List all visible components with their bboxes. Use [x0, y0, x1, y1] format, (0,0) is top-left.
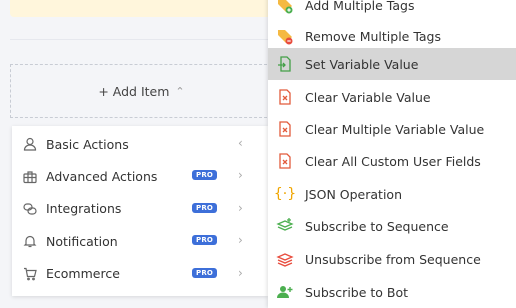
menu-item-label: Advanced Actions: [46, 169, 158, 185]
menu-item-integrations[interactable]: Integrations PRO ›: [12, 193, 268, 225]
clear-variable-icon: [276, 88, 294, 106]
chevron-right-icon: ›: [238, 233, 243, 248]
menu-item-label: Clear Variable Value: [305, 89, 431, 105]
subscribe-sequence-icon: [276, 217, 294, 235]
tag-remove-icon: [276, 27, 294, 45]
menu-item-label: Set Variable Value: [305, 56, 419, 72]
chevron-right-icon: ›: [238, 168, 243, 183]
clear-user-fields-icon: [276, 152, 294, 170]
chevron-right-icon: ›: [238, 265, 243, 280]
tag-add-icon: [276, 0, 294, 14]
menu-item-label: JSON Operation: [305, 186, 402, 202]
menu-item-set-variable-value[interactable]: Set Variable Value: [268, 48, 516, 80]
basic-actions-submenu: Add Multiple Tags Remove Multiple Tags S…: [268, 0, 516, 308]
menu-item-label: Subscribe to Bot: [305, 284, 409, 300]
chevron-up-icon: ⌃: [175, 84, 185, 98]
menu-item-notification[interactable]: Notification PRO ›: [12, 225, 268, 257]
bell-icon: [22, 233, 38, 249]
menu-item-label: Remove Multiple Tags: [305, 28, 441, 44]
menu-item-clear-variable-value[interactable]: Clear Variable Value: [268, 81, 516, 113]
pro-badge: PRO: [192, 170, 218, 181]
menu-item-add-multiple-tags[interactable]: Add Multiple Tags: [268, 0, 516, 21]
add-item-button[interactable]: + Add Item ⌃: [10, 64, 272, 118]
chevron-right-icon: ›: [238, 200, 243, 215]
menu-item-label: Ecommerce: [46, 266, 120, 282]
menu-item-basic-actions[interactable]: Basic Actions ‹: [12, 128, 268, 160]
menu-item-advanced-actions[interactable]: Advanced Actions PRO ›: [12, 160, 268, 192]
menu-item-subscribe-to-sequence[interactable]: Subscribe to Sequence: [268, 210, 516, 242]
menu-item-label: Clear Multiple Variable Value: [305, 121, 485, 137]
pro-badge: PRO: [192, 202, 218, 213]
unsubscribe-sequence-icon: [276, 250, 294, 268]
clear-multiple-variable-icon: [276, 120, 294, 138]
subscribe-bot-icon: [276, 283, 294, 301]
user-icon: [22, 136, 38, 152]
menu-item-label: Subscribe to Sequence: [305, 218, 449, 234]
add-item-label: + Add Item: [98, 83, 170, 99]
divider: [10, 39, 272, 40]
menu-item-label: Basic Actions: [46, 136, 129, 152]
menu-item-label: Add Multiple Tags: [305, 0, 415, 13]
set-variable-icon: [276, 55, 294, 73]
json-braces-icon: {·}: [273, 186, 297, 202]
menu-item-json-operation[interactable]: {·} JSON Operation: [268, 178, 516, 210]
cart-icon: [22, 266, 38, 282]
menu-item-label: Clear All Custom User Fields: [305, 153, 481, 169]
pro-badge: PRO: [192, 235, 218, 246]
menu-item-label: Notification: [46, 233, 118, 249]
pro-badge: PRO: [192, 267, 218, 278]
menu-item-subscribe-to-bot[interactable]: Subscribe to Bot: [268, 276, 516, 308]
menu-item-clear-multiple-variable-value[interactable]: Clear Multiple Variable Value: [268, 113, 516, 145]
briefcase-icon: [22, 169, 38, 185]
notice-banner: [10, 0, 272, 17]
menu-item-label: Integrations: [46, 201, 122, 217]
menu-item-clear-all-custom-user-fields[interactable]: Clear All Custom User Fields: [268, 145, 516, 177]
chevron-left-icon: ‹: [238, 136, 243, 150]
menu-item-unsubscribe-from-sequence[interactable]: Unsubscribe from Sequence: [268, 243, 516, 275]
link-icon: [22, 201, 38, 217]
action-category-menu: Basic Actions ‹ Advanced Actions PRO › I…: [12, 126, 268, 296]
menu-item-label: Unsubscribe from Sequence: [305, 251, 481, 267]
menu-item-ecommerce[interactable]: Ecommerce PRO ›: [12, 258, 268, 290]
